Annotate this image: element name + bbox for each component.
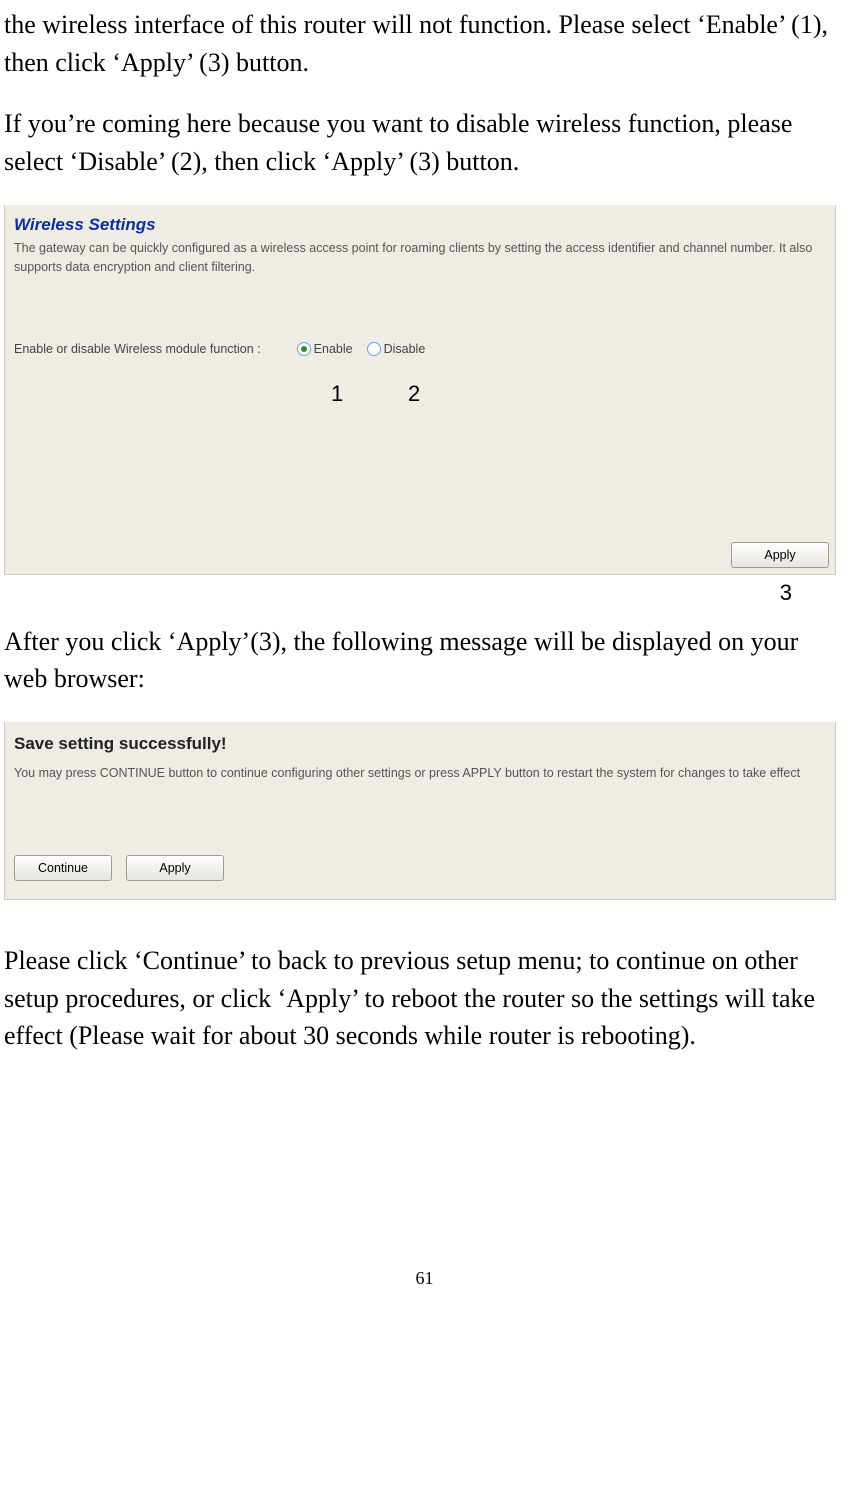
- continue-button[interactable]: Continue: [14, 855, 112, 881]
- disable-radio[interactable]: Disable: [367, 340, 426, 358]
- doc-paragraph-3: After you click ‘Apply’(3), the followin…: [4, 623, 845, 698]
- radio-icon: [367, 342, 381, 356]
- doc-paragraph-2: If you’re coming here because you want t…: [4, 105, 845, 180]
- radio-icon: [297, 342, 311, 356]
- page-number: 61: [4, 1265, 845, 1291]
- success-title: Save setting successfully!: [14, 732, 227, 757]
- annotation-3: 3: [4, 577, 836, 609]
- wireless-settings-panel: Wireless Settings The gateway can be qui…: [4, 205, 836, 575]
- annotation-1: 1: [331, 378, 343, 410]
- save-success-panel: Save setting successfully! You may press…: [4, 722, 836, 900]
- apply-button[interactable]: Apply: [731, 542, 829, 568]
- doc-paragraph-4: Please click ‘Continue’ to back to previ…: [4, 942, 845, 1055]
- success-subtitle: You may press CONTINUE button to continu…: [14, 764, 824, 783]
- annotation-2: 2: [408, 378, 420, 410]
- wifi-toggle-label: Enable or disable Wireless module functi…: [14, 340, 261, 358]
- enable-radio-label: Enable: [314, 340, 353, 358]
- panel-title: Wireless Settings: [14, 213, 156, 238]
- panel-subtitle: The gateway can be quickly configured as…: [14, 239, 824, 278]
- disable-radio-label: Disable: [384, 340, 426, 358]
- doc-paragraph-1: the wireless interface of this router wi…: [4, 6, 845, 81]
- apply-button-2[interactable]: Apply: [126, 855, 224, 881]
- wifi-toggle-row: Enable or disable Wireless module functi…: [14, 340, 425, 358]
- enable-radio[interactable]: Enable: [297, 340, 353, 358]
